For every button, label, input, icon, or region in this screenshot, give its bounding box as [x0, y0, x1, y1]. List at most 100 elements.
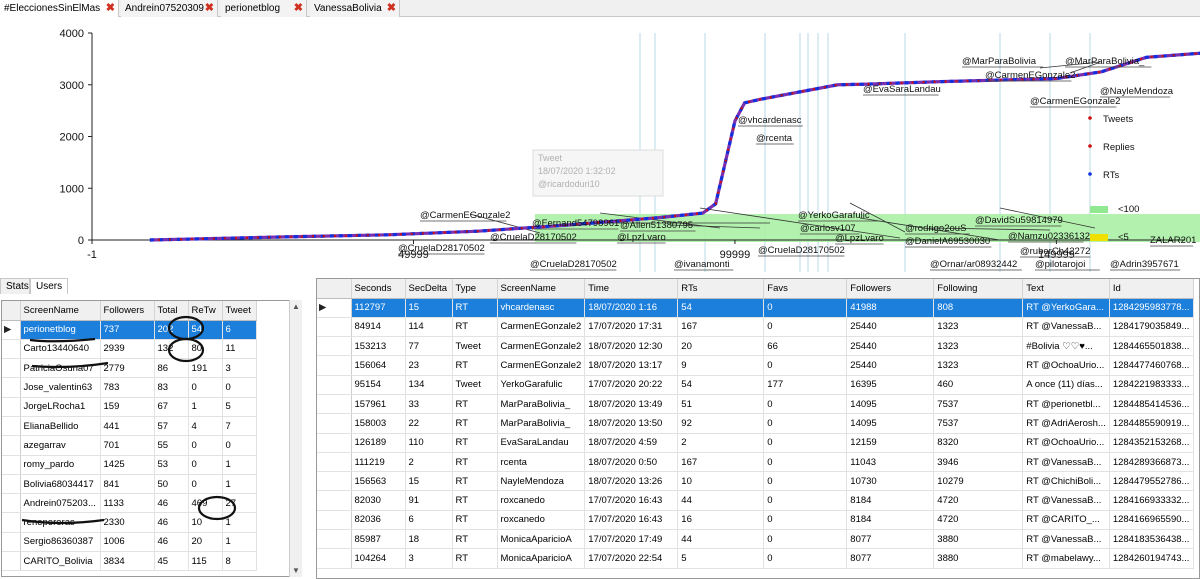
tweets-row[interactable]: 111219 2 RT rcenta 18/07/2020 0:50 167 0 11043 3…	[317, 452, 1194, 473]
row-selector[interactable]: ▶	[2, 320, 21, 340]
tweets-cell[interactable]: MonicaAparicioA	[497, 548, 586, 569]
tweets-cell[interactable]: 25440	[846, 336, 935, 357]
tweets-cell[interactable]: 14095	[846, 413, 935, 434]
users-row[interactable]: Bolivia68034417 841 50 0 1	[2, 474, 257, 495]
tweets-cell[interactable]: 134	[405, 375, 453, 395]
tweets-cell[interactable]: 12159	[846, 433, 935, 453]
users-cell[interactable]: 469	[188, 493, 223, 514]
users-column-header[interactable]: Tweet	[222, 301, 257, 321]
row-selector[interactable]	[2, 551, 21, 572]
tweets-cell[interactable]: 3	[405, 548, 453, 569]
tweets-cell[interactable]: 460	[933, 375, 1024, 395]
users-cell[interactable]: romy_pardo	[20, 455, 101, 475]
tweets-cell[interactable]: 91	[405, 490, 453, 511]
tweets-cell[interactable]: 41988	[846, 298, 935, 318]
tweets-cell[interactable]: MarParaBolivia_	[497, 394, 586, 415]
tweets-cell[interactable]: RT @AdriAerosh...	[1022, 413, 1110, 434]
users-cell[interactable]: 1	[222, 455, 257, 475]
tweets-cell[interactable]: 66	[763, 336, 848, 357]
row-selector[interactable]	[2, 377, 21, 398]
row-selector[interactable]	[317, 413, 352, 434]
tweets-row[interactable]: 158003 22 RT MarParaBolivia_ 18/07/2020 13:5…	[317, 413, 1194, 434]
tweets-cell[interactable]: 22	[405, 413, 453, 434]
tab-eleccionessinelmas[interactable]: #EleccionesSinElMas ✖	[0, 0, 119, 17]
row-selector[interactable]	[317, 452, 352, 473]
tweets-cell[interactable]: 1284485590919...	[1109, 413, 1194, 434]
users-row[interactable]: ▶ perionetblog 737 202 54 6	[2, 320, 257, 340]
row-selector[interactable]	[2, 532, 21, 553]
tweets-cell[interactable]: 44	[677, 529, 765, 550]
row-selector[interactable]	[2, 397, 21, 417]
users-cell[interactable]: 701	[100, 435, 155, 456]
tweets-cell[interactable]: EvaSaraLandau	[497, 433, 586, 453]
users-cell[interactable]: 50	[154, 474, 189, 495]
tweets-cell[interactable]: 112797	[351, 298, 406, 318]
users-row[interactable]: renepereras 2330 46 10 1	[2, 512, 257, 533]
scroll-up-icon[interactable]: ▲	[292, 302, 300, 311]
tweets-cell[interactable]: 18	[405, 529, 453, 550]
tweets-cell[interactable]: 0	[763, 471, 848, 492]
users-column-header[interactable]: Followers	[100, 301, 155, 321]
tweets-cell[interactable]: 16395	[846, 375, 935, 395]
users-cell[interactable]: 4	[188, 416, 223, 437]
users-cell[interactable]: 53	[154, 455, 189, 475]
users-cell[interactable]: 1	[222, 532, 257, 553]
row-selector[interactable]	[2, 435, 21, 456]
tweets-cell[interactable]: 54	[677, 298, 765, 318]
tweets-row[interactable]: 95154 134 Tweet YerkoGarafulic 17/07/2020 20…	[317, 375, 1194, 395]
tweets-cell[interactable]: 18/07/2020 4:59	[584, 433, 679, 453]
tweets-cell[interactable]: 3880	[933, 529, 1024, 550]
tweets-cell[interactable]: 0	[763, 413, 848, 434]
row-selector[interactable]	[317, 433, 352, 453]
tweets-cell[interactable]: RT @VanessaB...	[1022, 317, 1110, 338]
tweets-cell[interactable]: 44	[677, 490, 765, 511]
tweets-cell[interactable]: CarmenEGonzale2	[497, 336, 586, 357]
users-cell[interactable]: CARITO_Bolivia	[20, 551, 101, 572]
users-cell[interactable]: 80	[188, 339, 223, 360]
users-cell[interactable]: 1	[222, 512, 257, 533]
users-cell[interactable]: 0	[188, 455, 223, 475]
tweets-cell[interactable]: 4720	[933, 490, 1024, 511]
row-selector[interactable]	[317, 548, 352, 569]
users-cell[interactable]: 2939	[100, 339, 155, 360]
tweets-cell[interactable]: Tweet	[452, 375, 498, 395]
tweets-cell[interactable]: 158003	[351, 413, 406, 434]
users-scrollbar[interactable]: ▲ ▼	[289, 300, 302, 577]
tweets-cell[interactable]: 23	[405, 355, 453, 376]
tweets-cell[interactable]: RT	[452, 298, 498, 318]
users-cell[interactable]: 55	[154, 435, 189, 456]
users-cell[interactable]: 1425	[100, 455, 155, 475]
tweets-cell[interactable]: 1284221983333...	[1109, 375, 1194, 395]
tweets-cell[interactable]: RT @VanessaB...	[1022, 529, 1110, 550]
tweets-cell[interactable]: 17/07/2020 22:54	[584, 548, 679, 569]
tweets-column-header[interactable]: Time	[584, 279, 679, 299]
tweets-column-header[interactable]: RTs	[677, 279, 765, 299]
tweets-cell[interactable]: 167	[677, 452, 765, 473]
tweets-column-header[interactable]: Text	[1022, 279, 1110, 299]
tweets-cell[interactable]: RT	[452, 413, 498, 434]
users-cell[interactable]: 3834	[100, 551, 155, 572]
tweets-column-header[interactable]: Favs	[763, 279, 848, 299]
tweets-cell[interactable]: RT @mabelawy...	[1022, 548, 1110, 569]
tweets-cell[interactable]: 82036	[351, 510, 406, 531]
tweets-cell[interactable]: CarmenEGonzale2	[497, 317, 586, 338]
close-icon[interactable]: ✖	[294, 1, 303, 14]
tweets-cell[interactable]: 1284295983778...	[1109, 298, 1194, 318]
tweets-cell[interactable]: 18/07/2020 13:50	[584, 413, 679, 434]
tweets-cell[interactable]: RT	[452, 471, 498, 492]
tweets-cell[interactable]: vhcardenasc	[497, 298, 586, 318]
users-cell[interactable]: Andrein075203...	[20, 493, 101, 514]
tweets-cell[interactable]: 18/07/2020 13:26	[584, 471, 679, 492]
users-row[interactable]: romy_pardo 1425 53 0 1	[2, 455, 257, 475]
tweets-cell[interactable]: 51	[677, 394, 765, 415]
tweets-cell[interactable]: 156064	[351, 355, 406, 376]
tweets-cell[interactable]: 126189	[351, 433, 406, 453]
tweets-cell[interactable]: 2	[677, 433, 765, 453]
tweets-cell[interactable]: RT @CARITO_...	[1022, 510, 1110, 531]
tweets-cell[interactable]: 0	[763, 433, 848, 453]
tab-stats[interactable]: Stats	[0, 278, 30, 294]
tweets-cell[interactable]: 9	[677, 355, 765, 376]
tweets-cell[interactable]: 84914	[351, 317, 406, 338]
tweets-row[interactable]: 153213 77 Tweet CarmenEGonzale2 18/07/2020 1…	[317, 336, 1194, 357]
users-cell[interactable]: perionetblog	[20, 320, 101, 340]
